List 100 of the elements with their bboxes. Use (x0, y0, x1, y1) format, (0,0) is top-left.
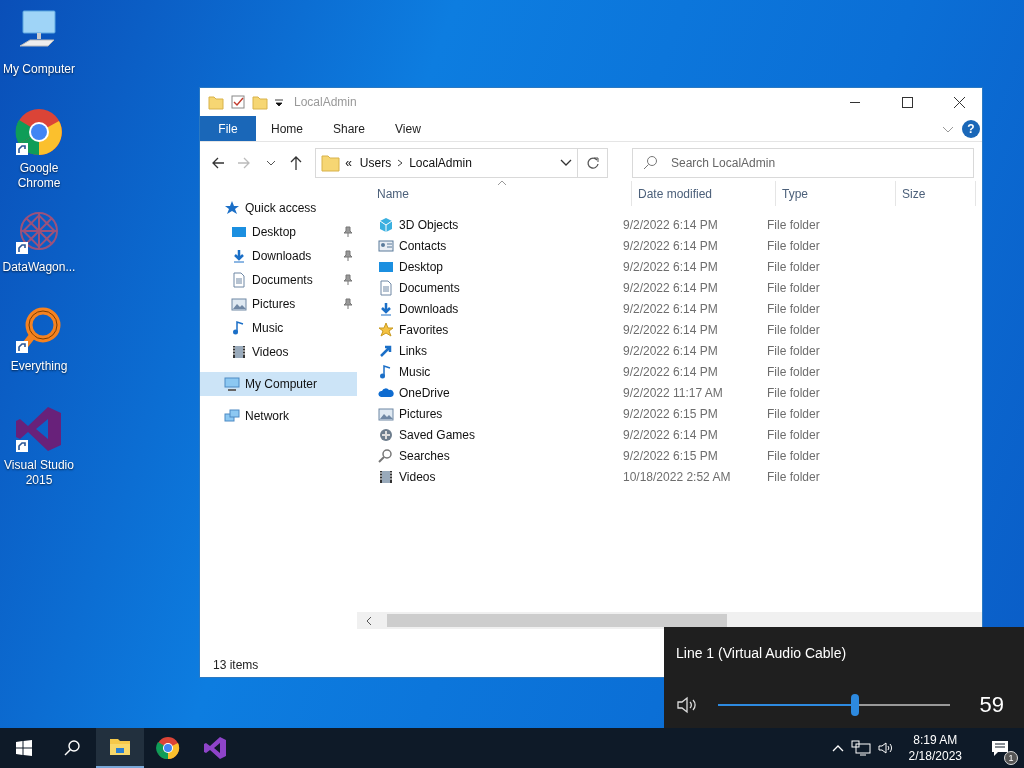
type-cell-text: File folder (766, 279, 821, 297)
date-cell-text: 9/2/2022 6:14 PM (622, 321, 719, 339)
file-name[interactable]: Downloads (399, 299, 459, 318)
file-name[interactable]: Searches (399, 446, 450, 465)
help-button[interactable]: ? (962, 119, 980, 138)
maximize-icon (901, 96, 913, 108)
date-cell-text: 9/2/2022 6:14 PM (622, 300, 719, 318)
file-name[interactable]: Links (399, 341, 427, 360)
date-cell-text: 9/2/2022 6:15 PM (622, 405, 719, 423)
volume-slider[interactable] (718, 693, 950, 716)
horizontal-scrollbar[interactable] (357, 612, 982, 629)
contact-card-icon (378, 237, 394, 254)
nav-item[interactable]: Pictures (200, 292, 357, 316)
notification-count: 1 (1004, 751, 1018, 765)
type-cell-text: File folder (766, 321, 821, 339)
sort-caret-icon (497, 180, 507, 186)
clock-date[interactable]: 2/18/2023 (908, 748, 962, 764)
video-icon (231, 344, 247, 360)
date-cell-text: 9/2/2022 6:14 PM (622, 363, 719, 381)
file-name[interactable]: Videos (399, 467, 436, 486)
date-cell-text: 9/2/2022 11:17 AM (622, 384, 724, 402)
ribbon-tab[interactable]: Home (256, 116, 318, 141)
search-icon (63, 739, 81, 757)
volume-value: 59 (979, 691, 1004, 719)
chevron-up-icon[interactable] (830, 743, 845, 753)
file-name[interactable]: Contacts (399, 236, 447, 255)
file-name[interactable]: OneDrive (399, 383, 450, 402)
search-icon (642, 155, 658, 171)
type-cell-text: File folder (766, 426, 821, 444)
column-header[interactable]: Name (357, 181, 632, 206)
desktop-icon-label[interactable]: Visual Studio 2015 (0, 458, 78, 488)
file-name[interactable]: Music (399, 362, 431, 381)
nav-item[interactable]: Desktop (200, 220, 357, 244)
refresh-icon (585, 156, 600, 170)
close-icon (953, 96, 965, 108)
desktop-icon (231, 224, 247, 240)
ribbon-tab[interactable]: Share (318, 116, 381, 141)
file-name[interactable]: Desktop (399, 257, 444, 276)
file-name[interactable]: Documents (399, 278, 460, 297)
message-icon (990, 739, 1010, 757)
date-cell-text: 9/2/2022 6:14 PM (622, 216, 719, 234)
desktop-icon-label[interactable]: Google Chrome (0, 161, 78, 191)
download-icon (231, 248, 247, 264)
type-cell-text: File folder (766, 405, 821, 423)
clock-time[interactable]: 8:19 AM (913, 732, 958, 748)
nav-item[interactable]: Documents (200, 268, 357, 292)
device-name: Line 1 (Virtual Audio Cable) (676, 644, 848, 663)
breadcrumb[interactable]: Users (355, 154, 396, 172)
type-cell-text: File folder (766, 363, 821, 381)
file-explorer-button[interactable] (96, 728, 144, 768)
chrome-icon (156, 736, 180, 760)
picture-icon (378, 405, 394, 422)
search-field[interactable]: Search LocalAdmin (632, 148, 974, 178)
date-cell-text: 9/2/2022 6:14 PM (622, 342, 719, 360)
column-header[interactable]: Type (776, 181, 896, 206)
desktop-icon-label[interactable]: Everything (0, 359, 78, 374)
type-cell-text: File folder (766, 468, 821, 486)
cube-icon (378, 216, 394, 233)
file-name[interactable]: 3D Objects (399, 215, 459, 234)
breadcrumb[interactable]: LocalAdmin (405, 154, 476, 172)
type-cell-text: File folder (766, 216, 821, 234)
nav-item[interactable]: Videos (200, 340, 357, 364)
video-icon (378, 468, 394, 485)
date-cell-text: 9/2/2022 6:14 PM (622, 237, 719, 255)
type-cell-text: File folder (766, 237, 821, 255)
nav-item[interactable]: Network (200, 404, 357, 428)
window-title: LocalAdmin (294, 94, 357, 111)
document-icon (231, 272, 247, 288)
file-name[interactable]: Saved Games (399, 425, 476, 444)
network-icon[interactable] (850, 740, 871, 756)
visual-studio-icon[interactable] (14, 404, 64, 454)
column-header[interactable]: Date modified (632, 181, 776, 206)
search-icon (378, 447, 394, 464)
notifications-button[interactable]: 1 (976, 728, 1024, 768)
date-cell-text: 10/18/2022 2:52 AM (622, 468, 732, 486)
nav-item[interactable]: Music (200, 316, 357, 340)
nav-item[interactable]: My Computer (200, 372, 357, 396)
file-name[interactable]: Pictures (399, 404, 443, 423)
chrome-icon[interactable] (14, 107, 64, 157)
file-name[interactable]: Favorites (399, 320, 449, 339)
speaker-icon[interactable] (876, 740, 895, 756)
type-cell-text: File folder (766, 447, 821, 465)
ribbon-tab[interactable]: File (200, 116, 256, 141)
type-cell-text: File folder (766, 384, 821, 402)
picture-icon (231, 296, 247, 312)
star-icon (378, 321, 394, 338)
overflow-chevron[interactable]: « (341, 154, 356, 172)
nav-item[interactable]: Quick access (200, 196, 357, 220)
column-header[interactable]: Size (896, 181, 976, 206)
desktop-icon-label[interactable]: My Computer (0, 62, 78, 77)
visual-studio-icon (204, 736, 228, 760)
date-cell-text: 9/2/2022 6:14 PM (622, 426, 719, 444)
desktop-icon-label[interactable]: DataWagon... (0, 260, 78, 275)
ribbon-tab[interactable]: View (380, 116, 436, 141)
date-cell-text: 9/2/2022 6:14 PM (622, 258, 719, 276)
type-cell-text: File folder (766, 342, 821, 360)
star-icon (224, 200, 240, 216)
properties-icon[interactable] (230, 94, 246, 110)
slider-thumb[interactable] (850, 693, 859, 716)
nav-item[interactable]: Downloads (200, 244, 357, 268)
